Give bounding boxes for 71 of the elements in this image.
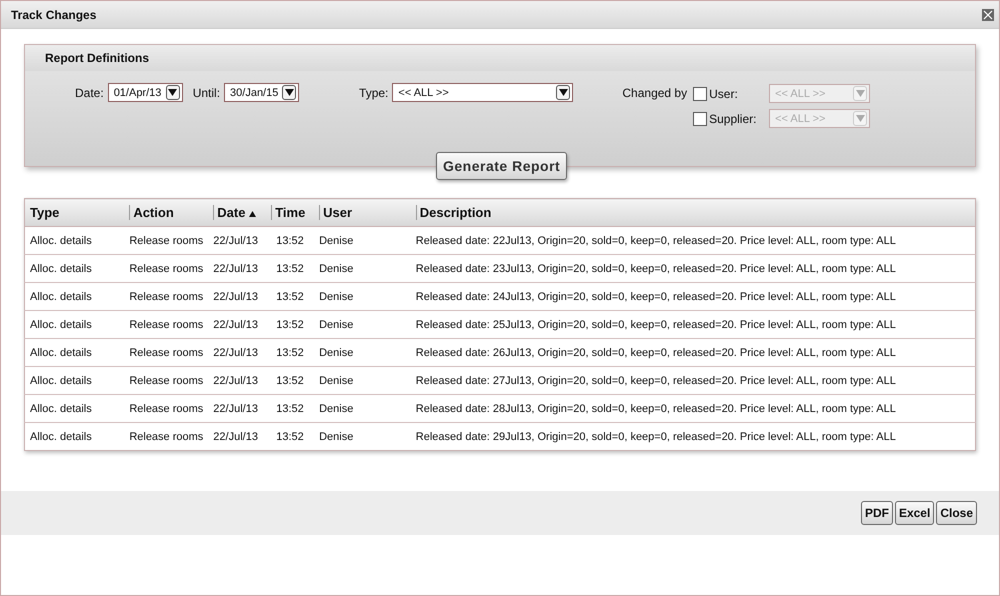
table-cell: Released date: 23Jul13, Origin=20, sold=0, keep=0, released=20. Price level: ALL, room type: ALL bbox=[416, 262, 896, 274]
table-cell: Release rooms bbox=[129, 402, 204, 414]
table-cell: 22/Jul/13 bbox=[213, 402, 258, 414]
checkbox-label: User: bbox=[709, 86, 739, 100]
table-cell: Release rooms bbox=[129, 346, 204, 358]
table-cell: 13:52 bbox=[276, 318, 304, 330]
table-cell: Released date: 24Jul13, Origin=20, sold=0, keep=0, released=20. Price level: ALL, room type: ALL bbox=[416, 290, 896, 302]
table-cell: Release rooms bbox=[129, 430, 204, 442]
table-cell: Released date: 26Jul13, Origin=20, sold=0, keep=0, released=20. Price level: ALL, room type: ALL bbox=[416, 346, 896, 358]
table-cell: Denise bbox=[319, 346, 354, 358]
sort-ascending-icon bbox=[249, 211, 256, 217]
column-header[interactable]: Description bbox=[416, 205, 492, 220]
table-cell: 13:52 bbox=[276, 374, 304, 386]
table-cell: 22/Jul/13 bbox=[213, 290, 258, 302]
table-cell: Alloc. details bbox=[30, 234, 92, 246]
table-cell: Release rooms bbox=[129, 262, 204, 274]
field-label: Until: bbox=[192, 85, 220, 102]
window-title: Track Changes bbox=[11, 8, 96, 22]
table-cell: Released date: 28Jul13, Origin=20, sold=0, keep=0, released=20. Price level: ALL, room type: ALL bbox=[416, 402, 896, 414]
footer-button[interactable]: PDF bbox=[860, 501, 893, 525]
table-cell: 22/Jul/13 bbox=[213, 234, 258, 246]
table-cell: 13:52 bbox=[276, 290, 304, 302]
table-cell: 22/Jul/13 bbox=[213, 318, 258, 330]
table-cell: Released date: 25Jul13, Origin=20, sold=0, keep=0, released=20. Price level: ALL, room type: ALL bbox=[416, 318, 896, 330]
until-dropdown[interactable]: 30/Jan/15 bbox=[224, 83, 300, 102]
table-cell: Denise bbox=[319, 290, 354, 302]
close-icon[interactable] bbox=[982, 8, 994, 20]
table-cell: 13:52 bbox=[276, 346, 304, 358]
table-cell: Alloc. details bbox=[30, 374, 92, 386]
table-cell: Release rooms bbox=[129, 234, 204, 246]
table-cell: Denise bbox=[319, 374, 354, 386]
table-cell: Released date: 22Jul13, Origin=20, sold=0, keep=0, released=20. Price level: ALL, room type: ALL bbox=[416, 234, 896, 246]
column-header[interactable]: User bbox=[319, 205, 352, 220]
table-cell: Alloc. details bbox=[30, 290, 92, 302]
field-label: Date: bbox=[75, 85, 104, 102]
field-label: Type: bbox=[359, 85, 388, 102]
table-cell: Denise bbox=[319, 262, 354, 274]
table-cell: Release rooms bbox=[129, 374, 204, 386]
table-cell: Alloc. details bbox=[30, 318, 92, 330]
table-cell: Alloc. details bbox=[30, 262, 92, 274]
generate-report-button[interactable]: Generate Report bbox=[436, 152, 568, 180]
table-cell: 13:52 bbox=[276, 234, 304, 246]
table-cell: Denise bbox=[319, 318, 354, 330]
table-cell: 22/Jul/13 bbox=[213, 430, 258, 442]
column-header[interactable]: Type bbox=[30, 205, 60, 220]
table-cell: Released date: 29Jul13, Origin=20, sold=0, keep=0, released=20. Price level: ALL, room type: ALL bbox=[416, 430, 896, 442]
dropdown-caret-icon[interactable] bbox=[282, 85, 296, 100]
table-cell: Alloc. details bbox=[30, 346, 92, 358]
table-cell: 22/Jul/13 bbox=[213, 346, 258, 358]
checkbox-label: Supplier: bbox=[709, 112, 758, 126]
type-dropdown[interactable]: << ALL >> bbox=[392, 83, 574, 102]
field-label: Changed by bbox=[622, 85, 688, 102]
table-cell: Release rooms bbox=[129, 318, 204, 330]
table-cell: 22/Jul/13 bbox=[213, 262, 258, 274]
table-cell: Released date: 27Jul13, Origin=20, sold=0, keep=0, released=20. Price level: ALL, room type: ALL bbox=[416, 374, 896, 386]
date-dropdown[interactable]: 01/Apr/13 bbox=[108, 83, 183, 102]
table-cell: 13:52 bbox=[276, 430, 304, 442]
table-cell: Denise bbox=[319, 430, 354, 442]
table-cell: Alloc. details bbox=[30, 402, 92, 414]
footer-button[interactable]: Excel bbox=[894, 501, 934, 525]
dropdown-caret-icon[interactable] bbox=[556, 85, 570, 100]
table-cell: Alloc. details bbox=[30, 430, 92, 442]
table-cell: Denise bbox=[319, 402, 354, 414]
dropdown-caret-icon[interactable] bbox=[166, 85, 180, 100]
table-cell: 13:52 bbox=[276, 402, 304, 414]
footer-button[interactable]: Close bbox=[936, 501, 977, 525]
table-cell: 22/Jul/13 bbox=[213, 374, 258, 386]
table-cell: 13:52 bbox=[276, 262, 304, 274]
table-cell: Release rooms bbox=[129, 290, 204, 302]
table-cell: Denise bbox=[319, 234, 354, 246]
panel-title: Report Definitions bbox=[45, 51, 149, 65]
